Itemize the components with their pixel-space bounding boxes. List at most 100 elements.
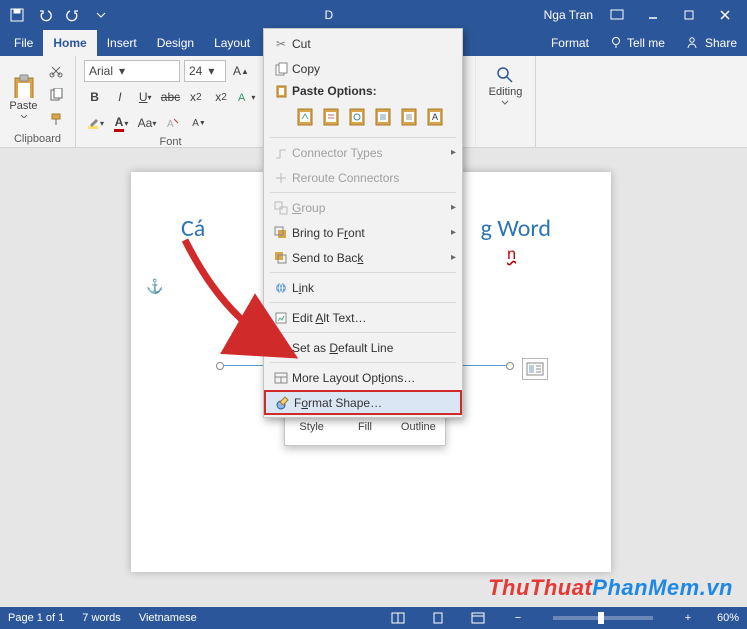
clipboard-icon — [11, 74, 37, 98]
tab-format[interactable]: Format — [541, 30, 599, 56]
clipboard-icon — [270, 84, 292, 98]
menu-more-layout[interactable]: More Layout Options… — [264, 365, 462, 390]
layout-options-icon[interactable] — [522, 358, 548, 380]
zoom-thumb[interactable] — [598, 612, 604, 624]
context-menu: ✂ Cut Copy Paste Options: A Connector Ty… — [263, 28, 463, 418]
tell-me-search[interactable]: Tell me — [599, 30, 675, 56]
font-size-combo[interactable]: 24▾ — [184, 60, 226, 82]
paste-option-6[interactable]: A — [424, 105, 446, 129]
menu-connector-types: Connector Types ▸ — [264, 140, 462, 165]
print-layout-icon[interactable] — [427, 607, 449, 629]
zoom-slider[interactable] — [553, 616, 653, 620]
fill-label: Fill — [358, 421, 372, 433]
paste-button[interactable]: Paste — [8, 72, 39, 118]
zoom-out-button[interactable]: − — [507, 607, 529, 629]
format-painter-button[interactable] — [45, 108, 67, 130]
watermark-part2: PhanMem — [592, 575, 699, 600]
share-button[interactable]: Share — [675, 30, 747, 56]
link-icon — [270, 281, 292, 295]
font-name-combo[interactable]: Arial▾ — [84, 60, 180, 82]
read-mode-icon[interactable] — [387, 607, 409, 629]
copy-button[interactable] — [45, 84, 67, 106]
shrink-font-button[interactable]: A▼ — [188, 112, 210, 134]
submenu-arrow-icon: ▸ — [451, 202, 456, 213]
redo-icon[interactable] — [60, 2, 86, 28]
status-words[interactable]: 7 words — [82, 612, 121, 624]
submenu-arrow-icon: ▸ — [451, 252, 456, 263]
underline-button[interactable]: U▾ — [135, 86, 156, 108]
user-name[interactable]: Nga Tran — [544, 8, 593, 22]
clear-formatting-button[interactable]: A — [162, 112, 184, 134]
editing-label: Editing — [489, 86, 523, 98]
menu-set-default[interactable]: Set as Default Line — [264, 335, 462, 360]
paste-option-1[interactable] — [294, 105, 316, 129]
zoom-level[interactable]: 60% — [717, 612, 739, 624]
scissors-icon: ✂ — [270, 37, 292, 51]
menu-group-label: Group — [292, 201, 325, 215]
bring-front-icon — [270, 226, 292, 240]
status-bar: Page 1 of 1 7 words Vietnamese − + 60% — [0, 607, 747, 629]
grow-font-button[interactable]: A▲ — [230, 60, 252, 82]
submenu-arrow-icon: ▸ — [451, 147, 456, 158]
watermark-part3: .vn — [700, 575, 733, 600]
group-clipboard: Paste Clipboard — [0, 56, 76, 147]
tab-design[interactable]: Design — [147, 30, 204, 56]
menu-format-shape-label: Format Shape… — [294, 396, 382, 410]
zoom-in-button[interactable]: + — [677, 607, 699, 629]
close-icon[interactable] — [707, 0, 743, 30]
menu-copy[interactable]: Copy — [264, 56, 462, 81]
paste-option-3[interactable] — [346, 105, 368, 129]
tab-file[interactable]: File — [4, 30, 43, 56]
menu-group: Group ▸ — [264, 195, 462, 220]
highlight-button[interactable]: ▾ — [84, 112, 106, 134]
undo-icon[interactable] — [32, 2, 58, 28]
font-color-button[interactable]: A▾ — [110, 112, 132, 134]
qat-customize-icon[interactable] — [88, 2, 114, 28]
menu-format-shape[interactable]: Format Shape… — [264, 390, 462, 415]
web-layout-icon[interactable] — [467, 607, 489, 629]
minimize-icon[interactable] — [635, 0, 671, 30]
tab-home[interactable]: Home — [43, 30, 96, 56]
ribbon-display-icon[interactable] — [599, 0, 635, 30]
menu-more-layout-label: More Layout Options… — [292, 371, 415, 385]
menu-send-back[interactable]: Send to Back ▸ — [264, 245, 462, 270]
anchor-icon: ⚓ — [146, 278, 163, 295]
superscript-button[interactable]: x2 — [210, 86, 231, 108]
status-language[interactable]: Vietnamese — [139, 612, 197, 624]
lightbulb-icon — [609, 36, 623, 50]
menu-reroute-label: Reroute Connectors — [292, 171, 456, 185]
menu-cut[interactable]: ✂ Cut — [264, 31, 462, 56]
paste-option-2[interactable] — [320, 105, 342, 129]
share-label: Share — [705, 36, 737, 50]
subscript-button[interactable]: x2 — [185, 86, 206, 108]
tab-layout[interactable]: Layout — [204, 30, 260, 56]
editing-button[interactable]: Editing — [489, 66, 523, 105]
find-icon — [496, 66, 514, 84]
menu-cut-label: Cut — [292, 37, 456, 51]
status-page[interactable]: Page 1 of 1 — [8, 612, 64, 624]
menu-copy-label: Copy — [292, 62, 320, 76]
text-effects-button[interactable]: A▾ — [236, 86, 257, 108]
cut-button[interactable] — [45, 60, 67, 82]
heading-text-left: Cá — [181, 214, 205, 243]
font-name-value: Arial — [89, 64, 113, 78]
paste-option-4[interactable] — [372, 105, 394, 129]
maximize-icon[interactable] — [671, 0, 707, 30]
paste-option-5[interactable] — [398, 105, 420, 129]
layout-icon — [270, 371, 292, 385]
menu-link[interactable]: Link — [264, 275, 462, 300]
connector-icon — [270, 146, 292, 160]
outline-label: Outline — [401, 421, 436, 433]
italic-button[interactable]: I — [109, 86, 130, 108]
strikethrough-button[interactable]: abc — [160, 86, 181, 108]
resize-handle-left[interactable] — [216, 362, 224, 370]
menu-edit-alt[interactable]: Edit Alt Text… — [264, 305, 462, 330]
paste-options-label: Paste Options: — [292, 84, 377, 98]
bold-button[interactable]: B — [84, 86, 105, 108]
save-icon[interactable] — [4, 2, 30, 28]
svg-text:A: A — [167, 119, 174, 130]
change-case-button[interactable]: Aa▾ — [136, 112, 158, 134]
menu-bring-front[interactable]: Bring to Front ▸ — [264, 220, 462, 245]
resize-handle-right[interactable] — [506, 362, 514, 370]
tab-insert[interactable]: Insert — [97, 30, 147, 56]
